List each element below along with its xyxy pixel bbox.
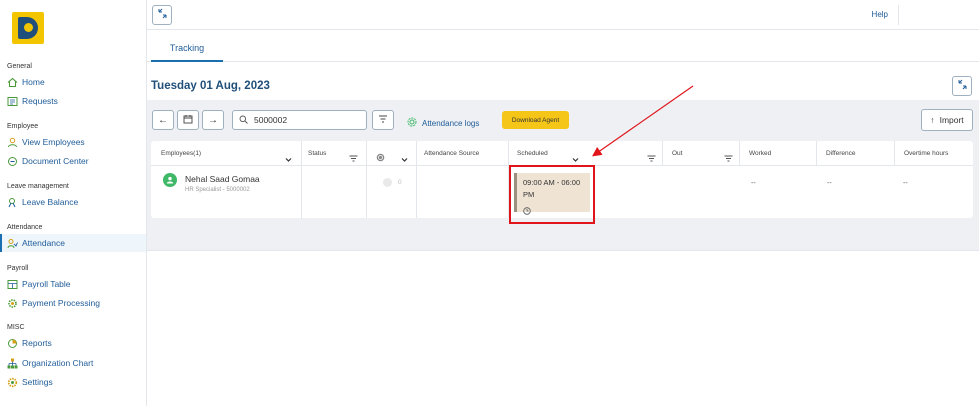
- annotation-arrow-icon: [592, 85, 694, 157]
- app-root: General Home Requests Employee View Empl…: [0, 0, 979, 406]
